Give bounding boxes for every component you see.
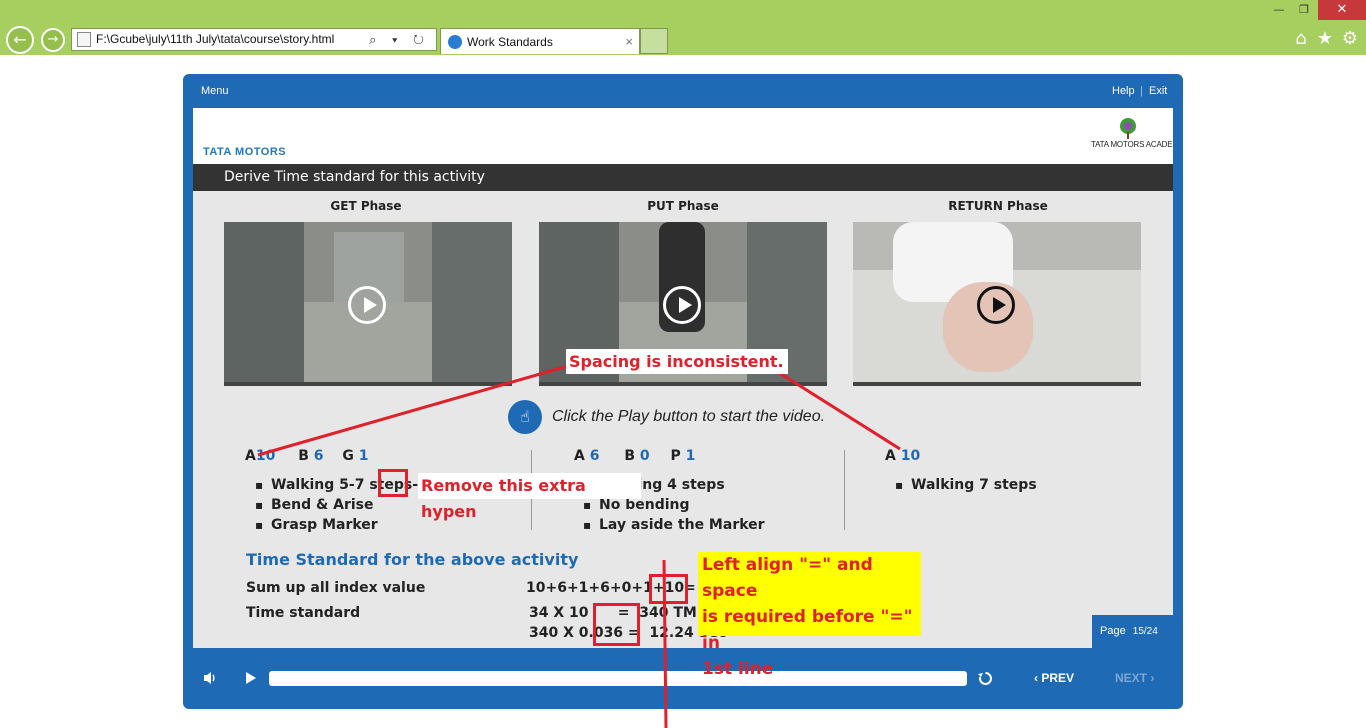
forward-arrow-icon: → bbox=[47, 32, 59, 47]
index-b-label: B bbox=[624, 448, 636, 464]
annotation-hyphen: Remove this extra hypen bbox=[418, 473, 641, 521]
index-g-value: 1 bbox=[358, 448, 369, 464]
time-standard-heading: Time Standard for the above activity bbox=[246, 550, 579, 569]
annotation-align-note: Left align "=" and space is required bef… bbox=[698, 552, 921, 679]
tab-close-icon[interactable]: × bbox=[625, 29, 633, 55]
academy-tree-icon bbox=[1120, 118, 1136, 139]
tata-motors-logo: TATA MOTORS bbox=[203, 146, 287, 158]
page-indicator: Page 15/24 bbox=[1092, 615, 1173, 648]
page-icon bbox=[77, 32, 91, 47]
play-icon[interactable] bbox=[663, 286, 701, 324]
list-item: Bend & Arise bbox=[255, 495, 418, 515]
index-p-value: 1 bbox=[685, 448, 696, 464]
tab-work-standards[interactable]: Work Standards × bbox=[440, 28, 640, 54]
video-wall bbox=[224, 222, 304, 382]
return-index-values: A 10 bbox=[885, 448, 920, 464]
play-control-icon[interactable] bbox=[244, 671, 258, 685]
academy-text: TATA MOTORS ACADEMY bbox=[1091, 140, 1173, 149]
ie-icon bbox=[448, 35, 462, 49]
minimize-button[interactable]: — bbox=[1266, 0, 1292, 22]
index-b-value: 6 bbox=[313, 448, 324, 464]
forward-button[interactable]: → bbox=[41, 28, 65, 52]
annotation-line-3: 1st line bbox=[702, 659, 774, 679]
page-number: 15/24 bbox=[1132, 626, 1158, 637]
next-button[interactable]: NEXT › bbox=[1115, 671, 1154, 685]
return-steps-list: Walking 7 steps bbox=[895, 475, 1037, 495]
get-phase-video[interactable] bbox=[224, 222, 512, 386]
hand-pointer-icon: ☝ bbox=[508, 400, 542, 434]
slide-content: TATA MOTORS TATA MOTORS ACADEMY Derive T… bbox=[193, 108, 1173, 648]
new-tab-button[interactable] bbox=[640, 28, 668, 54]
return-phase-label: RETURN Phase bbox=[948, 199, 1048, 213]
address-bar[interactable]: F:\Gcube\july\11th July\tata\course\stor… bbox=[71, 28, 437, 51]
close-window-button[interactable]: ✕ bbox=[1318, 0, 1366, 20]
volume-icon[interactable] bbox=[202, 670, 218, 686]
maximize-button[interactable]: ❐ bbox=[1291, 0, 1317, 22]
tab-title: Work Standards bbox=[467, 35, 553, 49]
get-index-values: A10 B 6 G 1 bbox=[245, 448, 369, 464]
back-button[interactable]: ← bbox=[6, 26, 34, 54]
get-phase-label: GET Phase bbox=[330, 199, 402, 213]
search-refresh-icons[interactable]: ⌕ ▾ ↻ bbox=[369, 29, 430, 50]
sum-expression: 10+6+1+6+0+1+10= 34 bbox=[526, 580, 721, 596]
list-item: Lay aside the Marker bbox=[583, 515, 765, 535]
index-b-label: B bbox=[298, 448, 309, 464]
play-icon[interactable] bbox=[348, 286, 386, 324]
return-phase-video[interactable] bbox=[853, 222, 1141, 386]
slide-title: Derive Time standard for this activity bbox=[193, 164, 1173, 191]
tata-motors-academy-logo: TATA MOTORS ACADEMY bbox=[1091, 116, 1173, 160]
index-a-label: A bbox=[885, 448, 896, 464]
exit-link[interactable]: Exit bbox=[1149, 85, 1167, 97]
slide-header bbox=[193, 108, 1173, 164]
put-phase-label: PUT Phase bbox=[647, 199, 719, 213]
index-a-value: 10 bbox=[255, 448, 276, 464]
help-link[interactable]: Help bbox=[1112, 85, 1135, 97]
column-divider bbox=[844, 450, 845, 530]
put-index-values: A 6 B 0 P 1 bbox=[574, 448, 695, 464]
index-p-label: P bbox=[670, 448, 681, 464]
index-a-label: A bbox=[574, 448, 585, 464]
replay-icon[interactable] bbox=[977, 670, 994, 687]
index-a-value: 6 bbox=[589, 448, 600, 464]
click-hint-text: Click the Play button to start the video… bbox=[552, 408, 826, 425]
play-icon[interactable] bbox=[977, 286, 1015, 324]
annotation-spacing: Spacing is inconsistent. bbox=[566, 349, 788, 374]
list-item: Grasp Marker bbox=[255, 515, 418, 535]
annotation-line-2: is required before "=" in bbox=[702, 607, 913, 653]
video-wall bbox=[432, 222, 512, 382]
menu-link[interactable]: Menu bbox=[201, 85, 229, 97]
annotation-box-hyphen bbox=[378, 469, 408, 497]
annotation-line-1: Left align "=" and space bbox=[702, 555, 873, 601]
annotation-box-equals-1 bbox=[649, 574, 688, 604]
prev-button[interactable]: ‹ PREV bbox=[1034, 671, 1074, 685]
favorites-icon[interactable]: ★ bbox=[1315, 28, 1335, 50]
index-b-value: 0 bbox=[639, 448, 650, 464]
settings-gear-icon[interactable]: ⚙ bbox=[1340, 28, 1360, 50]
index-a-value: 10 bbox=[900, 448, 921, 464]
back-arrow-icon: ← bbox=[13, 30, 27, 49]
time-standard-label: Time standard bbox=[246, 605, 361, 621]
address-text: F:\Gcube\july\11th July\tata\course\stor… bbox=[96, 32, 335, 46]
link-separator: | bbox=[1140, 85, 1143, 97]
page-label: Page bbox=[1100, 625, 1126, 637]
annotation-box-equals-2 bbox=[593, 603, 640, 646]
index-a-label: A bbox=[245, 448, 256, 464]
index-g-label: G bbox=[342, 448, 354, 464]
list-item: Walking 7 steps bbox=[895, 475, 1037, 495]
home-icon[interactable]: ⌂ bbox=[1291, 28, 1311, 50]
sum-label: Sum up all index value bbox=[246, 580, 426, 596]
